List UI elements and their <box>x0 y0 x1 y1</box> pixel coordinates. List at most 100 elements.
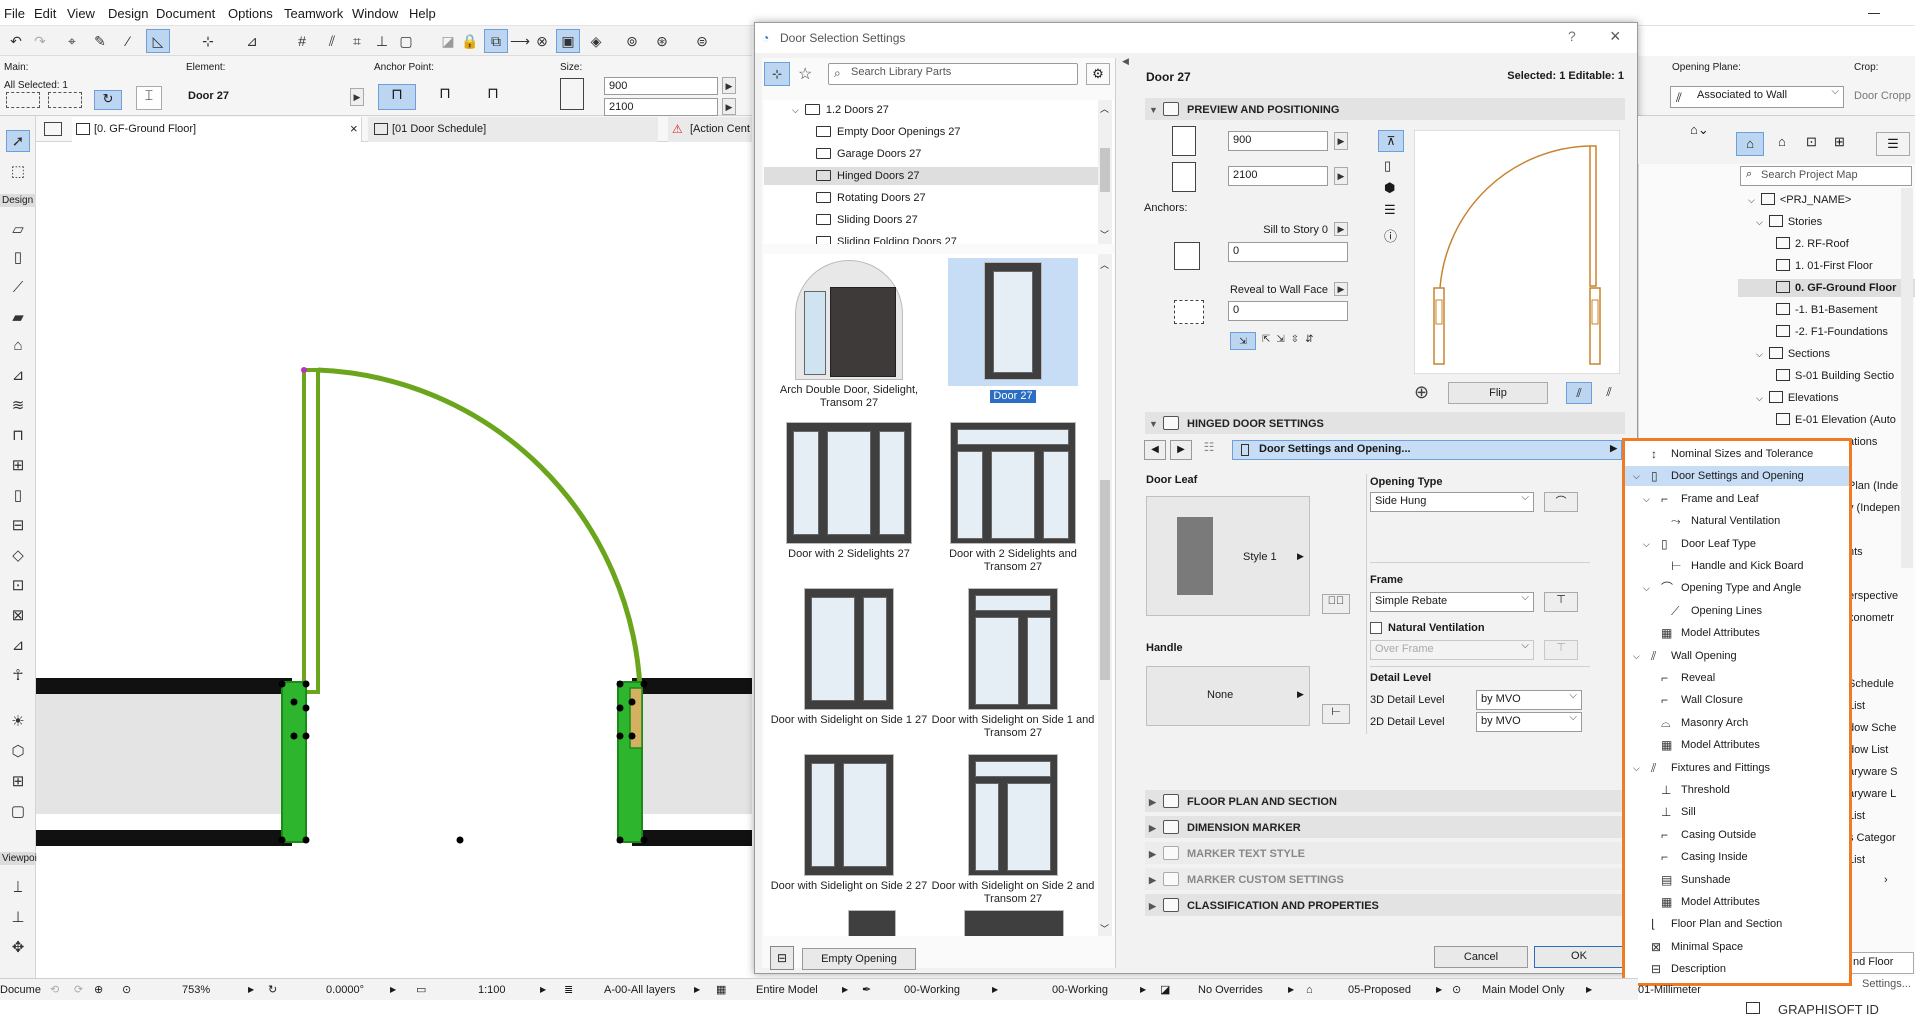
frame-option-icon[interactable]: ⊤ <box>1544 592 1578 612</box>
door-leaf-option-icon[interactable]: ▯⃞ <box>1322 594 1350 614</box>
trace-icon[interactable]: ⊗ <box>530 29 554 53</box>
page-menu-item[interactable]: ⌓ Masonry Arch <box>1625 713 1849 733</box>
curtain-wall-tool-icon[interactable]: ⊞ <box>6 454 30 476</box>
navigator-settings-partial[interactable]: Settings... <box>1862 978 1911 990</box>
box-icon[interactable]: ▢ <box>394 29 418 53</box>
status-millimeter[interactable]: 01-Millimeter <box>1638 981 1701 999</box>
marquee-icon[interactable] <box>48 92 82 108</box>
roof-tool-icon[interactable]: ⌂ <box>6 334 30 356</box>
status-main-model[interactable]: Main Model Only <box>1482 981 1565 999</box>
floor-plan-section-header[interactable]: ▶ FLOOR PLAN AND SECTION <box>1145 790 1625 812</box>
door-tool-icon[interactable]: ▯ <box>6 484 30 506</box>
status-arrow[interactable]: ▶ <box>694 981 700 999</box>
menu-item-teamwork[interactable]: Teamwork <box>284 6 343 21</box>
cancel-button[interactable]: Cancel <box>1434 946 1528 968</box>
window-tool-icon[interactable]: ⊟ <box>6 514 30 536</box>
handle-box[interactable]: None ▶ <box>1146 666 1310 726</box>
tree-item[interactable]: Rotating Doors 27 <box>816 189 926 207</box>
project-map-item[interactable]: ⌵ Elevations <box>1756 389 1839 407</box>
tree-item[interactable]: Sliding Folding Doors 27 <box>816 233 957 244</box>
status-working-1[interactable]: 00-Working <box>904 981 960 999</box>
element-arrow[interactable]: ▶ <box>350 88 364 106</box>
handle-option-icon[interactable]: ⊢ <box>1322 704 1350 724</box>
tree-scroll-down-icon[interactable]: ﹀ <box>1100 228 1109 241</box>
lib-item-door-sidelight-side1-transom[interactable]: Door with Sidelight on Side 1 and Transo… <box>928 588 1098 740</box>
sill-arrow[interactable]: ▶ <box>1334 222 1348 236</box>
publisher-icon[interactable]: ⊞ <box>1834 134 1845 150</box>
selection-method-icon[interactable] <box>6 92 40 108</box>
rotate-icon[interactable]: ↻ <box>94 90 122 110</box>
3d-view-icon[interactable]: ◈ <box>584 29 608 53</box>
morph-tool-icon[interactable]: ☥ <box>6 664 30 686</box>
page-menu-item[interactable]: ⌵ ⫽ Fixtures and Fittings <box>1625 758 1849 778</box>
close-icon[interactable]: × <box>1610 26 1621 47</box>
project-map-item[interactable]: ⌵ <PRJ_NAME> <box>1748 191 1851 209</box>
tab-floor-plan[interactable]: [0. GF-Ground Floor] × <box>72 117 362 142</box>
navigator-options-icon[interactable]: ⌂⌄ <box>1690 122 1709 138</box>
zoom-fit-icon[interactable]: ⊙ <box>122 981 131 999</box>
pen-set-icon[interactable]: ✒ <box>862 981 871 999</box>
view-map-icon[interactable]: ⌂ <box>1778 134 1786 149</box>
over-frame-select[interactable]: Over Frame <box>1370 640 1534 660</box>
library-search-input[interactable]: Search Library Parts <box>828 63 1078 85</box>
status-back-icon[interactable]: ⟲ <box>50 981 59 999</box>
page-menu-item[interactable]: ↕ Nominal Sizes and Tolerance <box>1625 444 1849 464</box>
flip-button[interactable]: Flip <box>1448 382 1548 404</box>
chevron-down-icon[interactable]: ⌵ <box>1633 466 1640 486</box>
navigator-footer-field[interactable]: nd Floor <box>1848 952 1914 974</box>
preview-tool-section-icon[interactable]: ▯ <box>1384 158 1391 174</box>
menu-item-view[interactable]: View <box>67 6 95 21</box>
status-working-2[interactable]: 00-Working <box>1052 981 1108 999</box>
library-scroll-thumb[interactable] <box>1100 480 1110 680</box>
status-proposed[interactable]: 05-Proposed <box>1348 981 1411 999</box>
door-type-icon[interactable]: ⌶ <box>136 86 162 110</box>
minimize-icon[interactable] <box>1868 13 1880 14</box>
hamburger-icon[interactable]: ☰ <box>1876 132 1910 156</box>
width-arrow[interactable]: ▶ <box>722 77 736 94</box>
page-menu-item[interactable]: ⤳ Natural Ventilation <box>1625 511 1849 531</box>
plan-canvas[interactable] <box>36 142 752 978</box>
lib-item-door-2-sidelights-transom[interactable]: Door with 2 Sidelights and Transom 27 <box>928 422 1098 574</box>
layers-status-icon[interactable]: ≣ <box>564 981 573 999</box>
pick-up-icon[interactable]: ✎ <box>88 29 112 53</box>
detail-2d-select[interactable]: by MVO <box>1476 712 1582 732</box>
anchor-left-button[interactable]: ⊓ <box>378 84 416 110</box>
dimension-marker-header[interactable]: ▶ DIMENSION MARKER <box>1145 816 1625 838</box>
lib-item-door-sidelight-side2-transom[interactable]: Door with Sidelight on Side 2 and Transo… <box>928 754 1098 906</box>
dialog-width-arrow[interactable]: ▶ <box>1334 132 1348 150</box>
frame-select[interactable]: Simple Rebate <box>1370 592 1534 612</box>
chevron-down-icon[interactable]: ⌵ <box>1643 534 1650 554</box>
status-arrow[interactable]: ▶ <box>540 981 546 999</box>
page-menu-item[interactable]: ⊥ Sill <box>1625 802 1849 822</box>
info-width-field[interactable]: 900 <box>604 77 718 95</box>
project-map-button[interactable]: ⌂ <box>1736 132 1764 156</box>
fill-icon[interactable]: ◪ <box>436 29 460 53</box>
model-only-icon[interactable]: ⊙ <box>1452 981 1461 999</box>
dialog-height-arrow[interactable]: ▶ <box>1334 167 1348 185</box>
next-page-button[interactable]: ▶ <box>1170 440 1192 460</box>
marker-text-style-header[interactable]: ▶ MARKER TEXT STYLE <box>1145 842 1625 864</box>
reveal-arrow[interactable]: ▶ <box>1334 282 1348 296</box>
tree-item[interactable]: Sliding Doors 27 <box>816 211 918 229</box>
element-name-field[interactable]: Door 27 <box>186 87 356 109</box>
mirror-left-icon[interactable]: ⫽ <box>1566 382 1592 404</box>
preview-tool-plan-icon[interactable]: ⊼ <box>1378 130 1404 152</box>
measure-icon[interactable]: ⊿ <box>240 29 264 53</box>
status-arrow[interactable]: ▶ <box>842 981 848 999</box>
page-menu-item[interactable]: ⌵ ⌐ Frame and Leaf <box>1625 489 1849 509</box>
page-list-icon[interactable]: ☷ <box>1198 440 1220 460</box>
project-map-item[interactable]: ⌵ Stories <box>1756 213 1822 231</box>
renovation-icon[interactable]: ⊚ <box>620 29 644 53</box>
project-map-search[interactable]: Search Project Map <box>1740 166 1912 186</box>
status-angle[interactable]: 0.0000° <box>326 981 364 999</box>
status-arrow[interactable]: ▶ <box>1288 981 1294 999</box>
skylight-tool-icon[interactable]: ◇ <box>6 544 30 566</box>
section-tool-icon[interactable]: ⟘ <box>6 876 30 898</box>
help-icon[interactable]: ? <box>1568 28 1576 44</box>
preview-positioning-header[interactable]: ▼ PREVIEW AND POSITIONING <box>1145 98 1625 120</box>
over-frame-option-icon[interactable]: ⊤ <box>1544 640 1578 660</box>
chevron-down-icon[interactable]: ⌵ <box>1633 758 1640 778</box>
renovation-status-icon[interactable]: ⌂ <box>1306 981 1313 999</box>
status-forward-icon[interactable]: ⟳ <box>74 981 83 999</box>
override-icon[interactable]: ◪ <box>1160 981 1170 999</box>
